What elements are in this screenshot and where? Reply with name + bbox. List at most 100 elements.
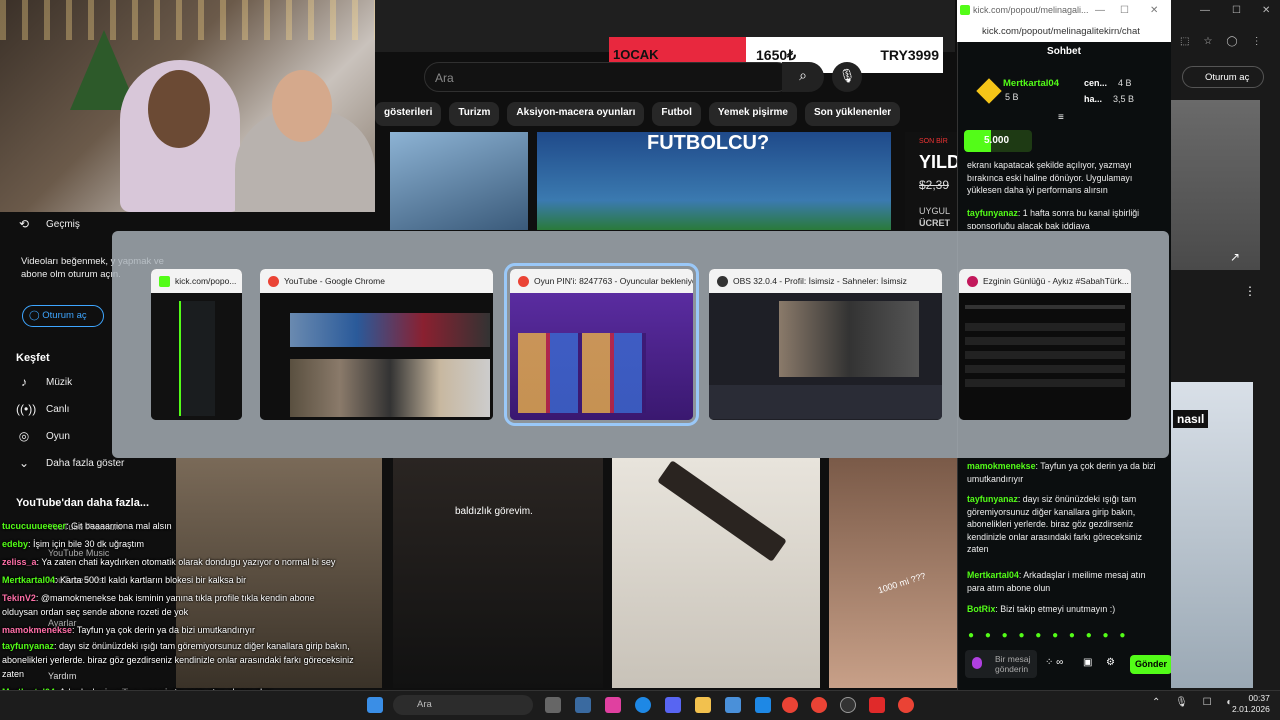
switcher-window-obs[interactable]: OBS 32.0.4 - Profil: İsimsiz - Sahneler:… (709, 269, 942, 420)
video-thumbnail[interactable] (612, 458, 820, 688)
store-icon[interactable] (725, 697, 741, 713)
signin-button[interactable]: Oturum aç (1182, 66, 1264, 88)
video-thumbnail[interactable]: FUTBOLCU? (537, 132, 891, 230)
close-icon[interactable]: ✕ (1150, 5, 1158, 16)
leaderboard-third-name: ha... (1084, 94, 1103, 104)
chrome-icon[interactable] (898, 697, 914, 713)
chat-username[interactable]: Mertkartal04 (967, 570, 1019, 580)
microphone-icon[interactable]: 🎙 (832, 62, 862, 92)
chat-header: Sohbet (1047, 46, 1081, 57)
more-options-icon[interactable]: ⋮ (1244, 284, 1256, 298)
chat-username[interactable]: tayfunyanaz (967, 494, 1018, 504)
clock[interactable]: 00:37 2.01.2026 (1232, 693, 1270, 715)
chat-message: tayfunyanaz: dayı siz önünüzdeki ışığı t… (967, 493, 1163, 556)
maximize-icon[interactable]: ☐ (1232, 5, 1241, 16)
window-title: YouTube - Google Chrome (260, 269, 493, 293)
signin-button[interactable]: ◯ Oturum aç (22, 305, 104, 327)
expand-icon[interactable]: ≡ (1058, 112, 1064, 123)
send-button[interactable]: Gönder (1130, 655, 1172, 674)
window-title: Oyun PIN'i: 8247763 - Oyuncular bekleniy… (510, 269, 693, 293)
youtube-icon[interactable] (869, 697, 885, 713)
microphone-icon[interactable] (972, 657, 982, 669)
chip[interactable]: Yemek pişirme (708, 102, 797, 126)
music-app-icon (967, 276, 978, 287)
emote-bar[interactable]: ● ● ● ● ● ● ● ● ● ● (968, 630, 1129, 641)
taskbar-search[interactable]: Ara (393, 695, 533, 715)
stream-chat-line: tucucuuueeeer: Git baaaarriona mal alsın (2, 520, 172, 534)
emoji-icon[interactable]: ⁘ ∞ (1045, 657, 1063, 668)
ad-thumbnail[interactable]: SON BİR YILD $2,39 UYGUL ÜCRET (905, 132, 957, 230)
stream-chat-username: zeliss_a (2, 557, 37, 567)
sidebar-item-label: Geçmiş (46, 218, 80, 230)
file-explorer-icon[interactable] (695, 697, 711, 713)
chip[interactable]: Turizm (449, 102, 500, 126)
calculator-icon[interactable] (575, 697, 591, 713)
switcher-window-kick[interactable]: kick.com/popo... (151, 269, 242, 420)
chip[interactable]: gösterileri (375, 102, 442, 126)
video-thumbnail[interactable] (390, 132, 528, 230)
obs-icon[interactable] (840, 697, 856, 713)
switcher-window-youtube[interactable]: YouTube - Google Chrome (260, 269, 493, 420)
video-thumbnail[interactable]: 1000 mi ??? (829, 458, 957, 688)
expand-arrow-icon[interactable]: ↗ (1230, 250, 1240, 264)
close-icon[interactable]: ✕ (1262, 5, 1270, 16)
chip[interactable]: Futbol (652, 102, 701, 126)
streamer-head (148, 70, 210, 148)
copilot-icon[interactable] (605, 697, 621, 713)
stream-chat-username: TekinV2 (2, 593, 36, 603)
account-icon: ◯ (29, 310, 40, 321)
ad-price: $2,39 (919, 178, 950, 192)
mail-icon[interactable] (755, 697, 771, 713)
teams-icon[interactable] (665, 697, 681, 713)
window-title: OBS 32.0.4 - Profil: İsimsiz - Sahneler:… (709, 269, 942, 293)
switcher-window-game[interactable]: Oyun PIN'i: 8247763 - Oyuncular bekleniy… (504, 263, 699, 426)
gift-icon[interactable]: ▣ (1083, 657, 1092, 668)
chip[interactable]: Son yüklenenler (804, 102, 901, 126)
sidebar-item-show-more[interactable]: ⌄ Daha fazla göster (16, 456, 124, 470)
sidebar-item-music[interactable]: ♪ Müzik (16, 375, 72, 389)
search-input[interactable]: Ara (424, 62, 792, 92)
fairy-lights (0, 0, 375, 40)
edge-icon[interactable] (635, 697, 651, 713)
switcher-window-music[interactable]: Ezginin Günlüğü - Aykız #SabahTürk... (959, 269, 1131, 420)
webcam-overlay (0, 0, 375, 212)
task-view-icon[interactable] (545, 697, 561, 713)
sidebar-item-label: Oyun (46, 430, 70, 442)
sidebar-item-history[interactable]: ⟲ Geçmiş (16, 217, 80, 231)
maximize-icon[interactable]: ☐ (1120, 5, 1129, 16)
chat-text: : Bizi takip etmeyi unutmayın :) (995, 604, 1116, 614)
sidebar-item-live[interactable]: ((•)) Canlı (16, 402, 69, 416)
chat-username[interactable]: BotRix (967, 604, 995, 614)
chat-message: tayfunyanaz: 1 hafta sonra bu kanal işbi… (967, 207, 1163, 229)
minimize-icon[interactable]: — (1095, 5, 1105, 16)
stream-chat-username: mamokmenekse (2, 625, 73, 635)
gear-icon[interactable]: ⚙ (1106, 657, 1115, 668)
video-thumbnail[interactable]: baldızlık görevim. (393, 458, 603, 688)
address-bar[interactable]: kick.com/popout/melinagalitekirn/chat (957, 22, 1171, 42)
chip[interactable]: Aksiyon-macera oyunları (507, 102, 645, 126)
start-icon[interactable] (367, 697, 383, 713)
gift-goal[interactable]: 5.000 (964, 130, 1032, 152)
search-icon[interactable]: ⌕ (782, 62, 824, 92)
stream-chat-text: : İşim için bile 30 dk uğraştım (28, 539, 145, 549)
stream-chat-username: tayfunyanaz (2, 641, 55, 651)
chrome-icon[interactable] (811, 697, 827, 713)
minimize-icon[interactable]: — (1200, 5, 1210, 16)
system-tray-icons[interactable]: ⌃ 🎙 ☐ ◐ (1152, 697, 1238, 708)
chat-username[interactable]: mamokmenekse (967, 461, 1035, 471)
live-icon: ((•)) (16, 402, 37, 416)
video-thumbnail[interactable] (1171, 100, 1260, 270)
browser-toolbar-icons[interactable]: ⬚☆◯⋮ (1180, 36, 1276, 47)
music-icon: ♪ (21, 375, 27, 389)
stream-chat-text: : @mamokmenekse bak isminin yanına tıkla… (35, 593, 315, 603)
sidebar-item-gaming[interactable]: ◎ Oyun (16, 429, 70, 443)
chat-username[interactable]: tayfunyanaz (967, 208, 1018, 218)
chevron-down-icon: ⌄ (18, 456, 30, 470)
leaderboard-top-score: 5 B (1005, 92, 1019, 102)
video-thumbnail[interactable]: nasıl (1171, 382, 1253, 688)
chrome-icon[interactable] (782, 697, 798, 713)
sidebar-item-label: Müzik (46, 376, 73, 388)
stream-chat-line: mamokmenekse: Tayfun ya çok derin ya da … (2, 624, 255, 638)
chat-message: BotRix: Bizi takip etmeyi unutmayın :) (967, 603, 1163, 616)
guest-head (272, 70, 332, 142)
